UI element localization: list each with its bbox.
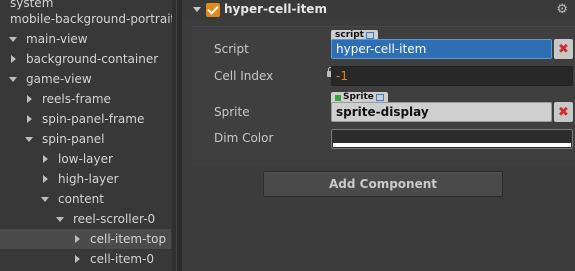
component-title: hyper-cell-item [224,2,327,16]
hierarchy-node-label: reel-scroller-0 [73,212,156,226]
hierarchy-node-label: cell-item-0 [90,252,155,266]
expand-arrow-right-icon[interactable] [72,249,84,269]
hierarchy-node-label: mobile-background-portrait [10,12,176,26]
expand-arrow-right-icon[interactable] [8,49,20,69]
expand-arrow-right-icon[interactable] [72,229,84,249]
script-label: Script [214,42,249,56]
hierarchy-node[interactable]: mobile-background-portrait [0,9,176,29]
dim-color-picker[interactable] [331,129,573,149]
script-clear-button[interactable]: ✖ [554,39,573,59]
hierarchy-panel: system mobile-background-portrait main-vie… [0,0,176,271]
hierarchy-node[interactable]: cell-item-top [0,229,171,249]
sprite-field[interactable]: sprite-display [331,102,552,122]
hierarchy-node[interactable]: background-container [0,49,176,69]
hierarchy-node[interactable]: spin-panel [0,129,176,149]
dim-color-swatch [333,143,571,147]
hierarchy-node-label: main-view [26,32,88,46]
hierarchy-node-label: background-container [26,52,159,66]
hierarchy-node-label: content [58,192,104,206]
hierarchy-node[interactable]: main-view [0,29,176,49]
hierarchy-node-label: spin-panel [42,132,105,146]
external-link-icon[interactable] [365,32,374,39]
hierarchy-node[interactable]: reels-frame [0,89,176,109]
hierarchy-node[interactable]: content [0,189,176,209]
inspector-panel: hyper-cell-item ⚙ Script script hyper-ce… [181,0,575,271]
external-link-icon[interactable] [375,94,384,101]
hierarchy-node[interactable]: reel-scroller-0 [0,209,176,229]
expand-arrow-down-icon[interactable] [40,189,52,209]
script-field[interactable]: hyper-cell-item [331,39,552,59]
sprite-label: Sprite [214,105,250,119]
hierarchy-node-label: reels-frame [42,92,111,106]
cell-index-input[interactable]: -1 [331,66,573,86]
hierarchy-node[interactable]: game-view [0,69,176,89]
sprite-clear-button[interactable]: ✖ [554,102,573,122]
sprite-type-icon [335,94,341,101]
expand-arrow-down-icon[interactable] [55,209,67,229]
component-enabled-checkbox[interactable] [206,3,220,17]
hierarchy-node[interactable]: low-layer [0,149,176,169]
hierarchy-node-label: low-layer [58,152,113,166]
expand-arrow-down-icon[interactable] [8,29,20,49]
hierarchy-node[interactable]: spin-panel-frame [0,109,176,129]
component-body: Script script hyper-cell-item ✖ Cell Ind… [192,26,575,166]
hierarchy-node-label: cell-item-top [90,232,167,246]
dim-color-label: Dim Color [214,131,274,145]
expand-arrow-right-icon[interactable] [24,109,36,129]
hierarchy-node[interactable]: cell-item-0 [0,249,176,269]
collapse-arrow-icon[interactable] [193,7,201,12]
expand-arrow-right-icon[interactable] [40,169,52,189]
hierarchy-node-label: high-layer [58,172,119,186]
expand-arrow-right-icon[interactable] [24,89,36,109]
hierarchy-node-label: spin-panel-frame [42,112,145,126]
gear-icon[interactable]: ⚙ [556,2,568,17]
add-component-button[interactable]: Add Component [263,171,503,197]
component-header[interactable]: hyper-cell-item ⚙ [182,0,575,20]
expand-arrow-down-icon[interactable] [24,129,36,149]
hierarchy-node[interactable]: high-layer [0,169,176,189]
expand-arrow-right-icon[interactable] [40,149,52,169]
expand-arrow-down-icon[interactable] [8,69,20,89]
cell-index-label: Cell Index [214,69,274,83]
hierarchy-node-label: game-view [26,72,92,86]
